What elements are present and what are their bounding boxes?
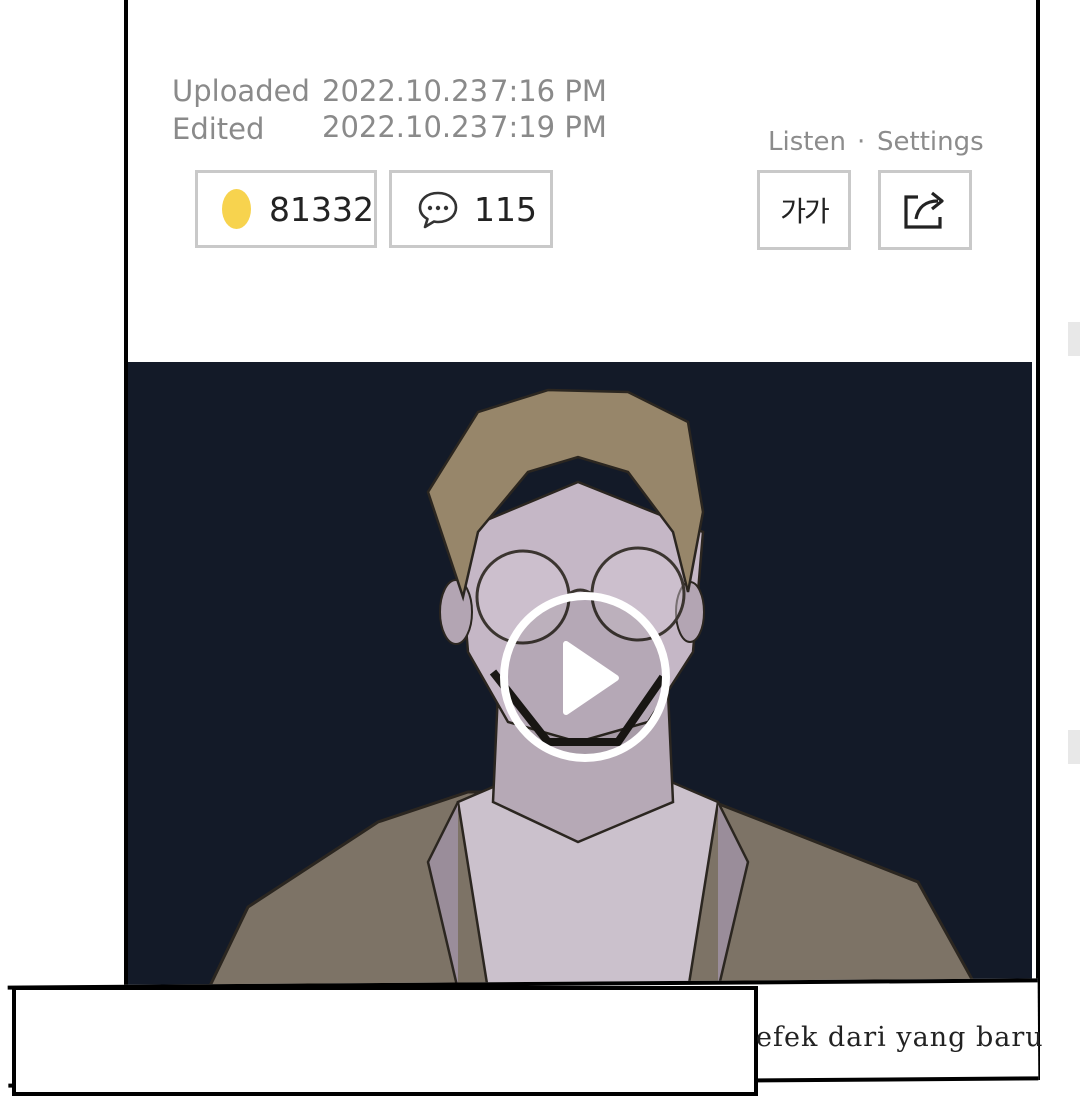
episode-video-thumbnail[interactable]: [128, 362, 1032, 990]
font-size-button[interactable]: 가가: [757, 170, 851, 250]
share-button[interactable]: [878, 170, 972, 250]
share-icon: [904, 191, 944, 229]
coin-icon: [222, 189, 252, 229]
uploaded-date: 2022.10.23: [322, 74, 489, 108]
comments-count: 115: [474, 189, 537, 229]
font-size-icon: 가가: [780, 195, 830, 228]
side-marker: [1068, 730, 1080, 764]
play-icon: [563, 641, 619, 715]
edited-date: 2022.10.23: [322, 110, 489, 144]
comments-button[interactable]: 115: [389, 170, 553, 248]
uploaded-time: 7:16 PM: [490, 74, 607, 108]
settings-link[interactable]: Settings: [877, 127, 984, 157]
side-marker: [1068, 322, 1080, 356]
separator-dot: ·: [857, 127, 866, 157]
play-button[interactable]: [500, 592, 670, 762]
uploaded-label: Uploaded: [172, 74, 310, 108]
listen-link[interactable]: Listen: [768, 127, 846, 157]
speech-bubble-icon: [418, 191, 458, 229]
likes-count: 81332: [269, 189, 374, 229]
caption-text: efek dari yang baru: [756, 1022, 1044, 1053]
like-button[interactable]: 81332: [195, 170, 377, 248]
edited-time: 7:19 PM: [490, 110, 607, 144]
edited-label: Edited: [172, 112, 265, 146]
